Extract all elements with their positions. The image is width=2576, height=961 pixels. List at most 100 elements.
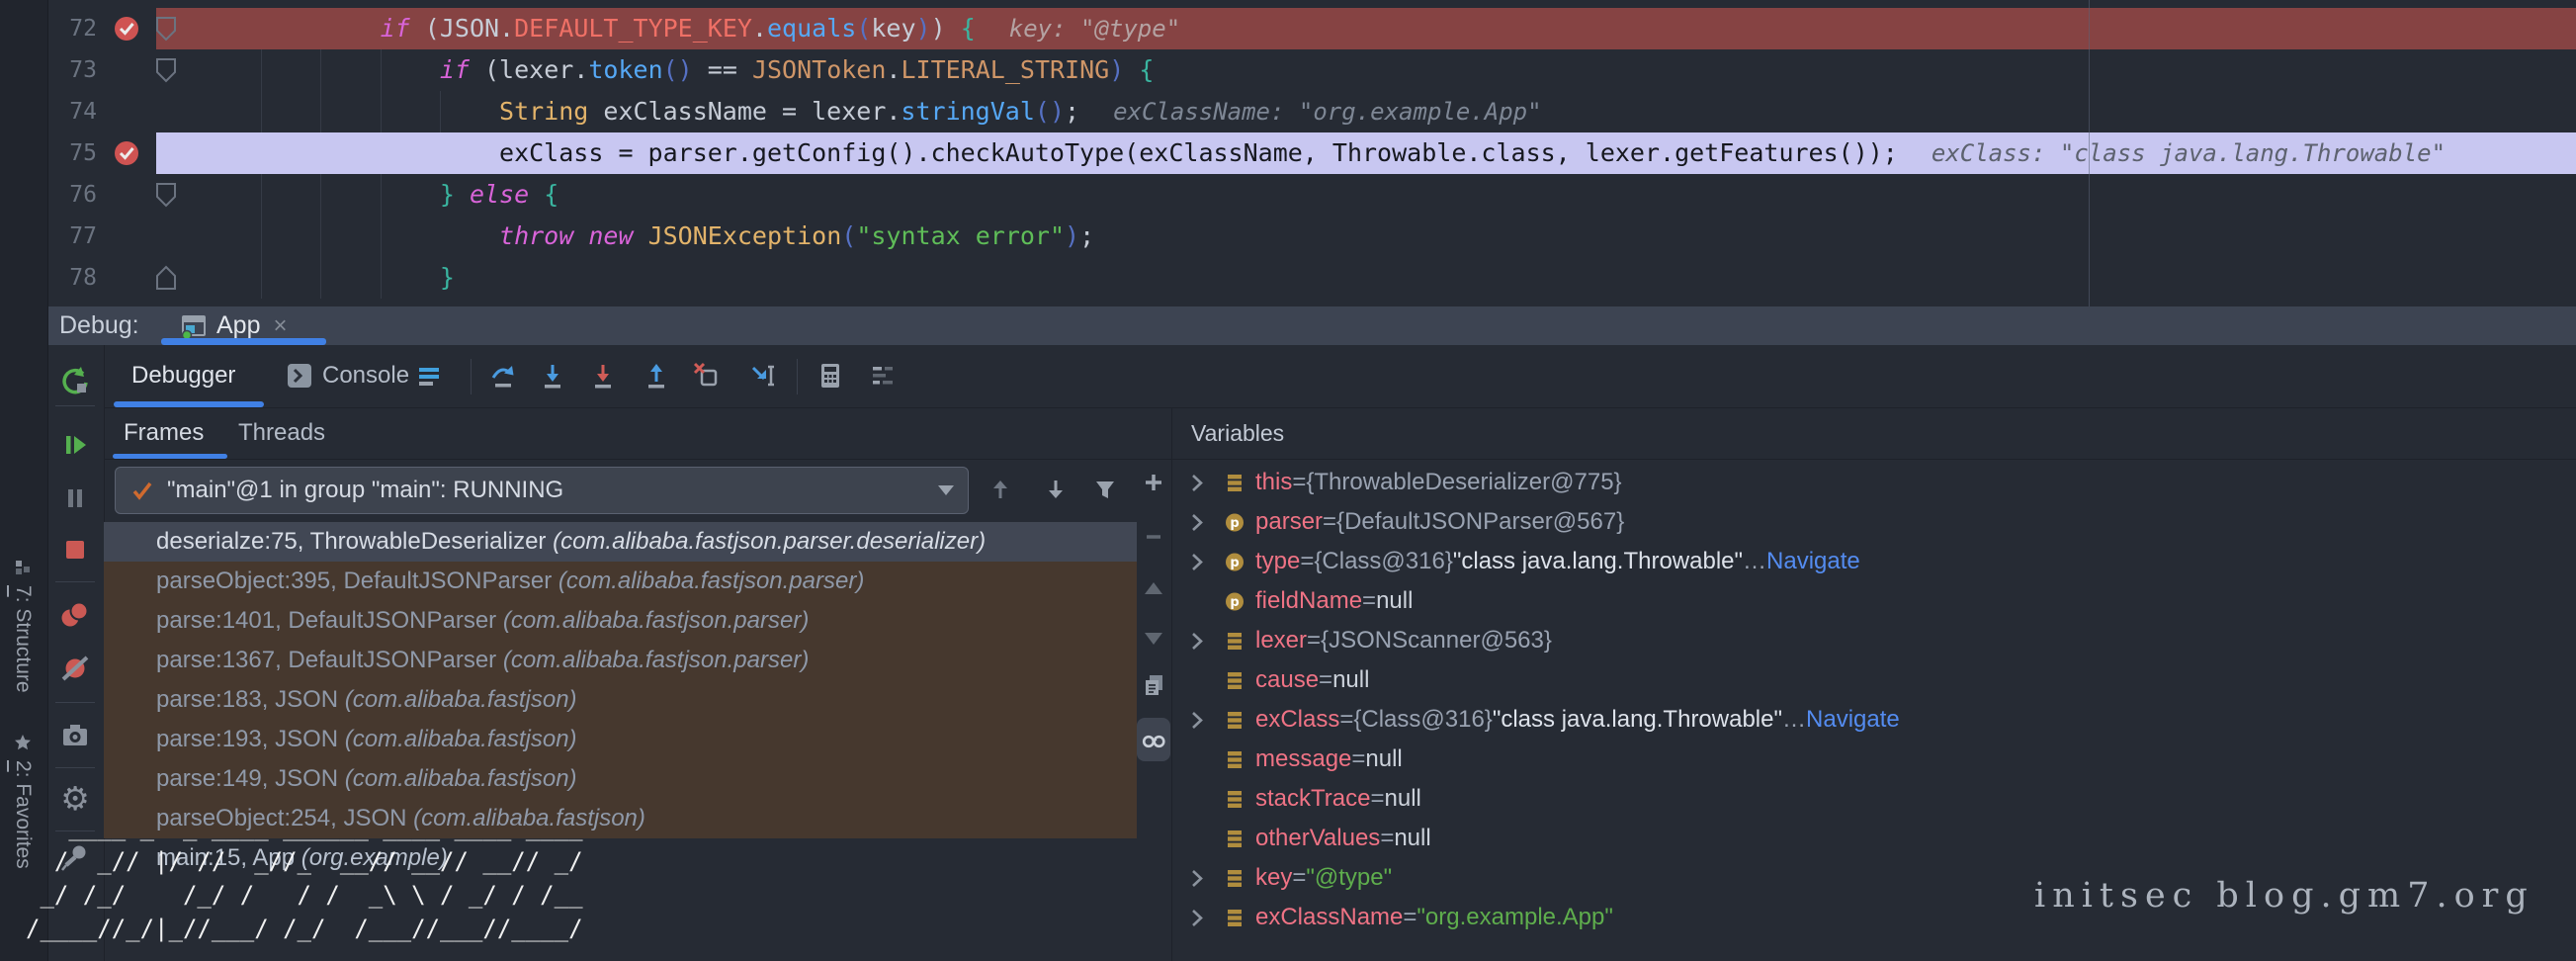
watches-side-toolbar — [1137, 407, 1172, 961]
pause-icon[interactable] — [57, 480, 93, 516]
stripe-button-favorites[interactable]: 2: Favorites — [0, 734, 45, 869]
expand-chevron-icon[interactable] — [1186, 630, 1206, 653]
variable-value: "org.example.App" — [1417, 904, 1612, 931]
arrow-up-icon[interactable] — [987, 477, 1013, 502]
variable-row[interactable]: key = "@type" — [1172, 858, 2576, 898]
force-step-into-icon[interactable] — [588, 361, 618, 391]
expand-chevron-icon[interactable] — [1186, 867, 1206, 890]
tab-console[interactable]: Console — [287, 345, 409, 406]
stripe-button-structure[interactable]: 7: Structure — [0, 559, 45, 693]
variable-value: null — [1376, 587, 1413, 615]
line-number: 78 — [47, 257, 97, 299]
fold-marker-icon[interactable] — [154, 16, 178, 42]
breakpoint-icon[interactable] — [113, 15, 140, 43]
stack-frame-row[interactable]: parse:149, JSON (com.alibaba.fastjson) — [104, 759, 1137, 799]
stack-frame-row[interactable]: parse:1401, DefaultJSONParser (com.aliba… — [104, 601, 1137, 641]
resume-icon[interactable] — [57, 427, 93, 463]
step-out-icon[interactable] — [642, 361, 671, 391]
rerun-icon[interactable] — [57, 364, 93, 399]
navigate-link[interactable]: Navigate — [1766, 548, 1860, 575]
favorites-icon — [14, 734, 32, 751]
tab-debugger[interactable]: Debugger — [131, 345, 235, 406]
variables-title: Variables — [1191, 407, 1284, 459]
variable-value: {DefaultJSONParser@567} — [1336, 508, 1624, 536]
variable-value: … — [1743, 548, 1766, 575]
add-watch-icon[interactable] — [1141, 470, 1166, 495]
variable-row[interactable]: otherValues = null — [1172, 819, 2576, 858]
filter-funnel-icon[interactable] — [1092, 477, 1118, 502]
variable-row[interactable]: message = null — [1172, 740, 2576, 779]
variable-row[interactable]: pparser = {DefaultJSONParser@567} — [1172, 502, 2576, 542]
step-into-icon[interactable] — [538, 361, 567, 391]
expand-chevron-icon[interactable] — [1186, 551, 1206, 573]
thread-dump-icon[interactable] — [57, 718, 93, 753]
expand-chevron-icon[interactable] — [1186, 472, 1206, 494]
svg-text:p: p — [1230, 516, 1239, 531]
code-text: } — [202, 257, 455, 299]
close-icon[interactable]: × — [273, 312, 287, 340]
stack-frame-row[interactable]: parse:193, JSON (com.alibaba.fastjson) — [104, 720, 1137, 759]
copy-stack-icon[interactable] — [1141, 672, 1166, 698]
stack-frame-row[interactable]: parse:183, JSON (com.alibaba.fastjson) — [104, 680, 1137, 720]
fold-marker-icon[interactable] — [154, 265, 178, 291]
stack-frame-row[interactable]: parseObject:254, JSON (com.alibaba.fastj… — [104, 799, 1137, 838]
stack-frame-row[interactable]: parse:1367, DefaultJSONParser (com.aliba… — [104, 641, 1137, 680]
field-value-icon — [1224, 472, 1245, 494]
divider — [797, 359, 798, 394]
step-over-icon[interactable] — [488, 361, 518, 391]
thread-selector-dropdown[interactable]: "main"@1 in group "main": RUNNING — [115, 467, 969, 514]
stack-frame-row[interactable]: main:15, App (org.example) — [104, 838, 1137, 878]
variable-value: null — [1365, 745, 1402, 773]
variable-row[interactable]: cause = null — [1172, 660, 2576, 700]
code-text: if (lexer.token() == JSONToken.LITERAL_S… — [202, 49, 1154, 91]
stack-frame-row[interactable]: parseObject:395, DefaultJSONParser (com.… — [104, 562, 1137, 601]
variable-name: fieldName — [1255, 587, 1362, 615]
code-line-76: 76 } else { — [47, 174, 2576, 216]
chevron-down-icon — [938, 485, 954, 495]
breakpoint-icon[interactable] — [113, 139, 140, 167]
stack-frame-row[interactable]: deserialze:75, ThrowableDeserializer (co… — [104, 522, 1137, 562]
evaluate-expression-icon[interactable] — [816, 361, 845, 391]
move-down-icon[interactable] — [1141, 625, 1166, 651]
mute-breakpoints-icon[interactable] — [57, 651, 93, 686]
variable-name: exClass — [1255, 706, 1339, 734]
gear-icon[interactable]: ⚙ — [57, 781, 93, 817]
panel-divider — [104, 459, 2576, 460]
stop-icon[interactable] — [57, 532, 93, 568]
layout-settings-icon[interactable] — [868, 361, 898, 391]
svg-text:p: p — [1230, 595, 1239, 610]
variable-row[interactable]: ptype = {Class@316} "class java.lang.Thr… — [1172, 542, 2576, 581]
parameter-icon: p — [1224, 511, 1245, 534]
structure-icon — [14, 559, 32, 576]
variable-row[interactable]: pfieldName = null — [1172, 581, 2576, 621]
navigate-link[interactable]: Navigate — [1806, 706, 1900, 734]
code-line-77: 77 throw new JSONException("syntax error… — [47, 216, 2576, 257]
variable-row[interactable]: lexer = {JSONScanner@563} — [1172, 621, 2576, 660]
arrow-down-icon[interactable] — [1043, 477, 1069, 502]
divider — [55, 830, 95, 831]
field-value-icon — [1224, 867, 1245, 890]
expand-chevron-icon[interactable] — [1186, 511, 1206, 534]
show-watches-glasses-icon[interactable] — [1141, 727, 1166, 752]
variable-row[interactable]: exClass = {Class@316} "class java.lang.T… — [1172, 700, 2576, 740]
variable-value: "class java.lang.Throwable" — [1493, 706, 1782, 734]
pin-icon[interactable] — [57, 840, 93, 876]
expand-chevron-icon[interactable] — [1186, 907, 1206, 929]
terminal-icon — [287, 363, 312, 389]
expand-chevron-icon[interactable] — [1186, 709, 1206, 732]
run-to-cursor-icon[interactable] — [749, 361, 779, 391]
show-execution-point-icon[interactable] — [414, 361, 444, 391]
code-text: String exClassName = lexer.stringVal();e… — [202, 91, 1542, 132]
tab-frames[interactable]: Frames — [124, 407, 204, 459]
variable-row[interactable]: exClassName = "org.example.App" — [1172, 898, 2576, 937]
stripe-label: 7: Structure — [11, 585, 35, 693]
drop-frame-icon[interactable] — [692, 361, 722, 391]
fold-marker-icon[interactable] — [154, 182, 178, 208]
variable-row[interactable]: stackTrace = null — [1172, 779, 2576, 819]
view-breakpoints-icon[interactable] — [57, 597, 93, 633]
remove-watch-icon[interactable] — [1141, 524, 1166, 550]
variable-row[interactable]: this = {ThrowableDeserializer@775} — [1172, 463, 2576, 502]
tab-threads[interactable]: Threads — [238, 407, 325, 459]
fold-marker-icon[interactable] — [154, 57, 178, 83]
move-up-icon[interactable] — [1141, 575, 1166, 601]
